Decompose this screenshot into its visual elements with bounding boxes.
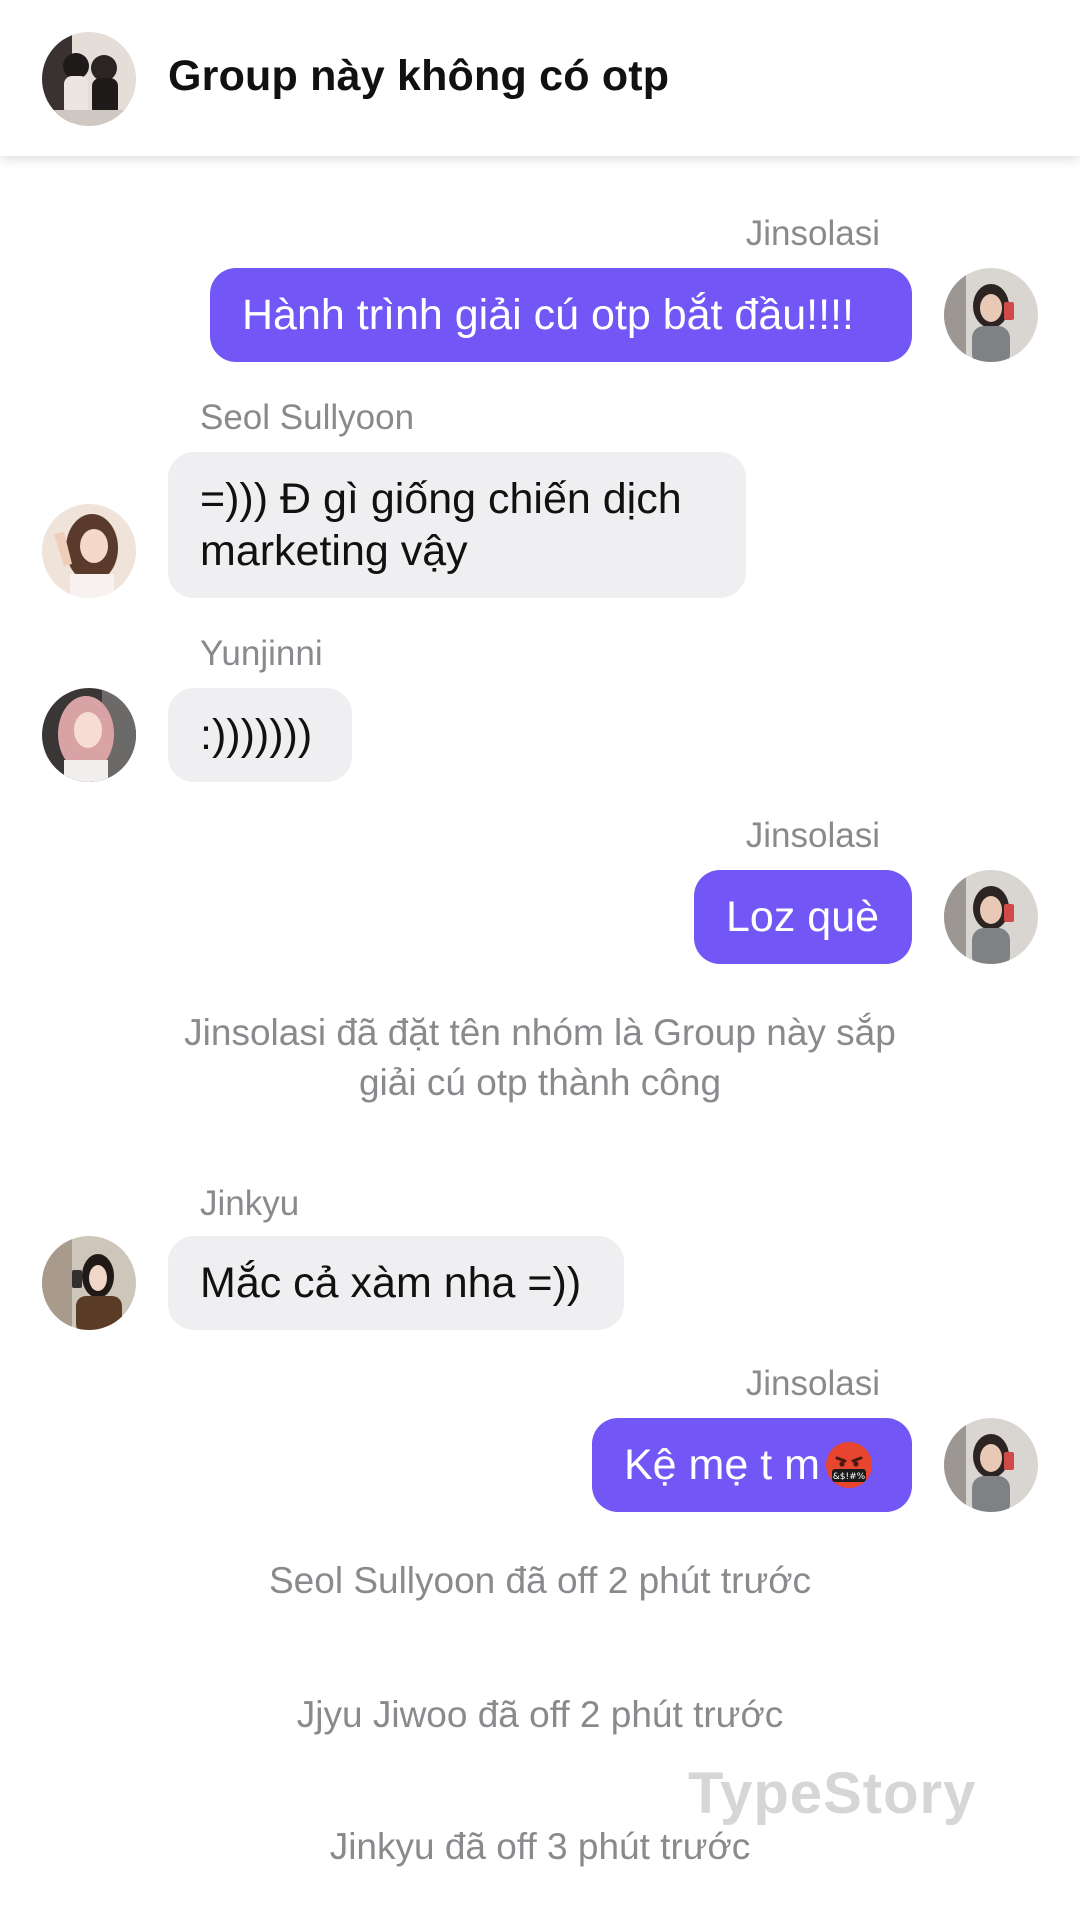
chat-screen: Group này không có otp Jinsolasi Hành tr…: [0, 0, 1080, 1920]
message-text: Loz què: [726, 893, 880, 941]
system-message-line: giải cú otp thành công: [358, 1062, 722, 1103]
group-avatar-icon[interactable]: [42, 32, 136, 126]
cursing-face-icon: &$!#%: [825, 1442, 872, 1488]
avatar-seol-sullyoon[interactable]: [42, 504, 136, 598]
avatar-jinsolasi[interactable]: [944, 268, 1038, 362]
message-sender: Jinsolasi: [745, 816, 880, 855]
message-bubble-incoming[interactable]: Mắc cả xàm nha =)): [168, 1236, 624, 1330]
message-bubble-outgoing[interactable]: Hành trình giải cú otp bắt đầu!!!!: [210, 268, 912, 362]
avatar-jinkyu[interactable]: [42, 1236, 136, 1330]
message-text: =))) Đ gì giống chiến dịch marketing vậy: [200, 475, 682, 575]
watermark: TypeStory: [688, 1761, 977, 1826]
avatar-jinsolasi[interactable]: [944, 1418, 1038, 1512]
system-message-rename: Jinsolasi đã đặt tên nhóm là Group này s…: [0, 1008, 1080, 1108]
message-sender: Jinsolasi: [745, 1364, 880, 1403]
message-bubble-incoming[interactable]: =))) Đ gì giống chiến dịch marketing vậy: [168, 452, 746, 598]
svg-text:&$!#%: &$!#%: [833, 1472, 866, 1482]
message-bubble-incoming[interactable]: :))))))): [168, 688, 352, 782]
message-text: Hành trình giải cú otp bắt đầu!!!!: [242, 291, 854, 339]
message-text: Kệ mẹ t m: [624, 1441, 820, 1489]
message-sender: Yunjinni: [200, 634, 323, 673]
message-sender: Seol Sullyoon: [200, 398, 415, 437]
message-sender: Jinkyu: [200, 1184, 300, 1223]
chat-title: Group này không có otp: [168, 52, 670, 100]
message-text: Mắc cả xàm nha =)): [200, 1259, 582, 1307]
avatar-yunjinni[interactable]: [42, 688, 136, 782]
chat-header: Group này không có otp: [0, 0, 1080, 156]
system-message-offline: Jinkyu đã off 3 phút trước: [329, 1826, 751, 1867]
message-sender: Jinsolasi: [745, 214, 880, 253]
message-text: :))))))): [200, 711, 313, 759]
message-bubble-outgoing[interactable]: Loz què: [694, 870, 912, 964]
message-bubble-outgoing[interactable]: Kệ mẹ t m &$!#%: [592, 1418, 912, 1512]
avatar-jinsolasi[interactable]: [944, 870, 1038, 964]
system-message-offline: Jjyu Jiwoo đã off 2 phút trước: [296, 1694, 784, 1735]
system-message-line: Jinsolasi đã đặt tên nhóm là Group này s…: [184, 1012, 896, 1053]
system-message-offline: Seol Sullyoon đã off 2 phút trước: [268, 1560, 811, 1601]
